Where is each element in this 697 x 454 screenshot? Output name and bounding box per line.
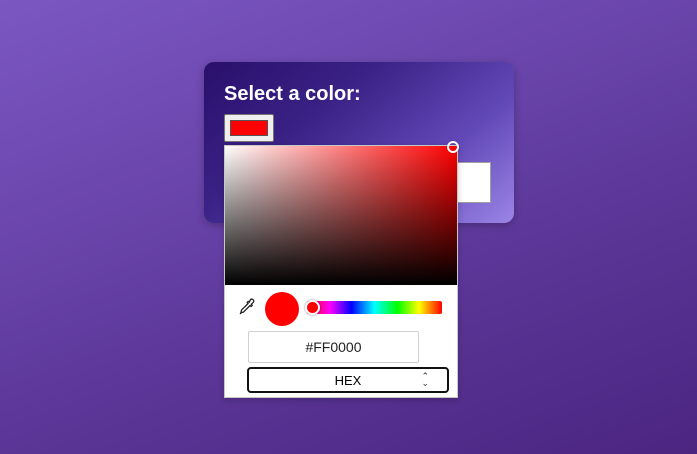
eyedropper-icon[interactable] <box>237 297 257 317</box>
color-swatch-fill <box>230 120 268 136</box>
saturation-area[interactable] <box>225 141 459 285</box>
hue-slider-handle[interactable] <box>305 300 320 315</box>
card-text-input[interactable] <box>454 162 491 203</box>
chevron-up-down-icon: ⌃ ⌄ <box>421 371 429 388</box>
color-format-select[interactable]: HEX ⌃ ⌄ <box>247 367 449 393</box>
color-picker-popup: HEX ⌃⌄ <box>224 141 459 398</box>
color-format-label: HEX <box>334 372 362 388</box>
color-preview-circle <box>265 292 299 326</box>
color-swatch-button[interactable] <box>224 114 274 142</box>
hex-value-input[interactable] <box>248 331 419 363</box>
hue-slider[interactable] <box>305 300 442 315</box>
saturation-handle[interactable] <box>447 141 459 153</box>
card-title: Select a color: <box>224 83 361 105</box>
